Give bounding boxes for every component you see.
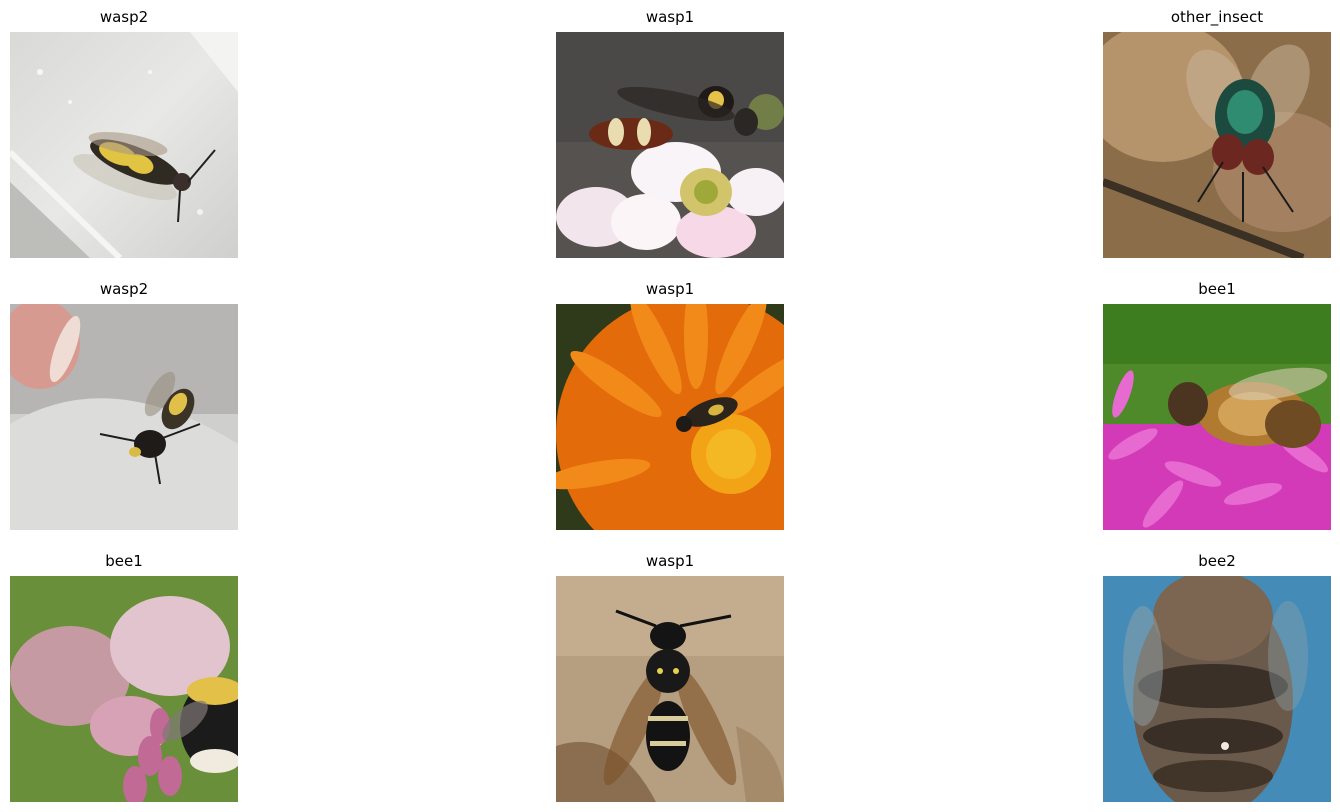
insect-photo <box>556 576 784 802</box>
image-label: wasp1 <box>645 280 695 298</box>
bee-on-pink-flower-photo <box>1103 304 1331 530</box>
insect-photo <box>10 304 238 530</box>
wasp-on-white-flower-photo <box>556 32 784 258</box>
insect-photo <box>556 304 784 530</box>
wasp-on-glass-photo <box>10 32 238 258</box>
wasp-on-orange-flower-photo <box>556 304 784 530</box>
green-fly-on-leaf-photo <box>1103 32 1331 258</box>
insect-photo <box>556 32 784 258</box>
image-label: bee1 <box>1198 280 1236 298</box>
image-label: bee1 <box>105 552 143 570</box>
black-wasp-on-wood-photo <box>556 576 784 802</box>
wasp-in-jar-photo <box>10 304 238 530</box>
insect-photo <box>1103 32 1331 258</box>
bumblebee-on-flower-photo <box>10 576 238 802</box>
insect-photo <box>1103 576 1331 802</box>
image-label: bee2 <box>1198 552 1236 570</box>
image-label: wasp2 <box>99 280 149 298</box>
insect-photo <box>10 32 238 258</box>
insect-photo <box>1103 304 1331 530</box>
image-label: other_insect <box>1170 8 1264 26</box>
image-label: wasp1 <box>645 552 695 570</box>
bee-closeup-blue-background-photo <box>1103 576 1331 802</box>
image-label: wasp1 <box>645 8 695 26</box>
image-label: wasp2 <box>99 8 149 26</box>
insect-photo <box>10 576 238 802</box>
